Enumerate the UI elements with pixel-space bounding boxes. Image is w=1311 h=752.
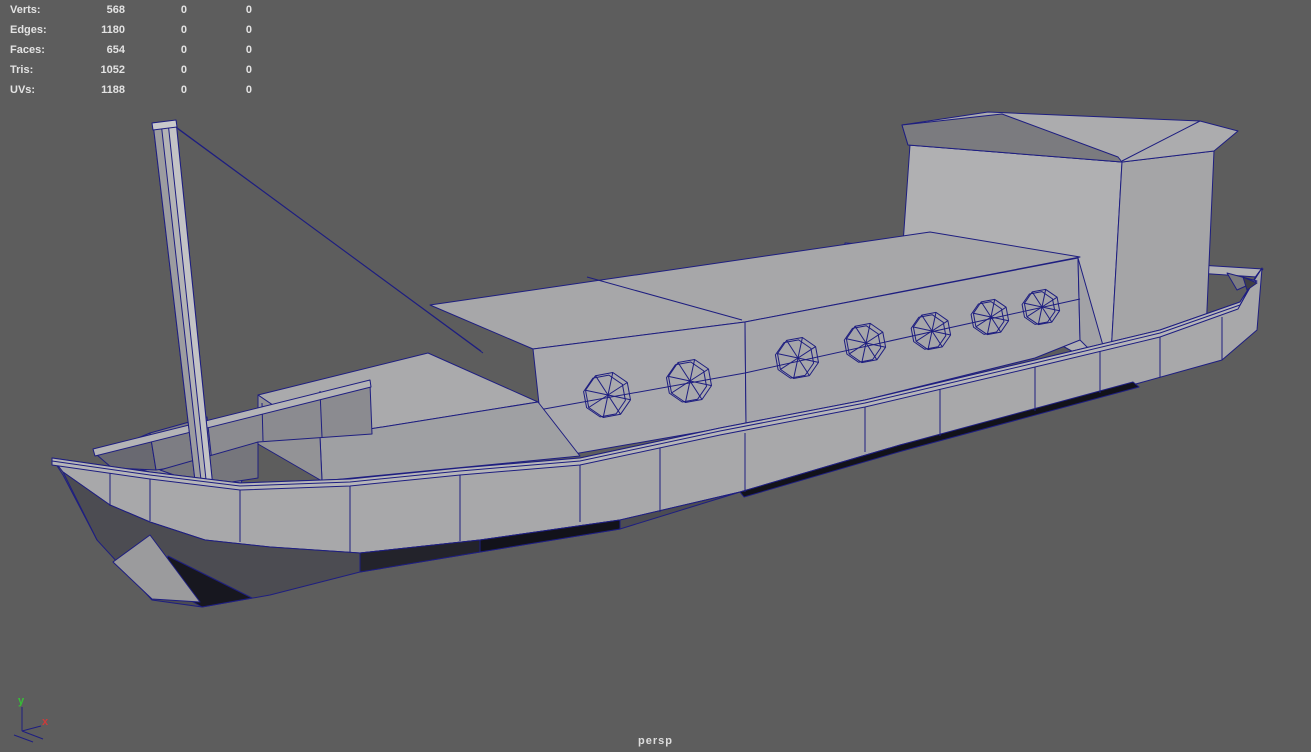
axis-z-shadow — [13, 734, 34, 743]
axis-z — [21, 730, 44, 740]
hud-label: Edges: — [10, 24, 47, 36]
hud-value: 0 — [245, 64, 252, 76]
axis-x-label: x — [42, 716, 49, 728]
hud-value: 568 — [106, 4, 125, 16]
hud-value: 0 — [180, 44, 187, 56]
hud-value: 1052 — [100, 64, 125, 76]
view-axis-gizmo: y x — [13, 695, 49, 743]
axis-x — [21, 725, 42, 732]
hud-row-faces: Faces: 654 0 0 — [0, 40, 252, 60]
hud-value: 0 — [180, 64, 187, 76]
hud-label: UVs: — [10, 84, 36, 96]
hud-value: 0 — [245, 4, 252, 16]
hud-label: Tris: — [10, 64, 34, 76]
axis-y-label: y — [18, 695, 25, 707]
hud-value: 0 — [180, 24, 187, 36]
hud-row-tris: Tris: 1052 0 0 — [0, 60, 252, 80]
hud-row-edges: Edges: 1180 0 0 — [0, 20, 252, 40]
hud-value: 654 — [106, 44, 125, 56]
hud-value: 0 — [245, 84, 252, 96]
heads-up-display-poly-count: Verts: 568 0 0 Edges: 1180 0 0 Faces: 65… — [0, 0, 252, 100]
hud-row-verts: Verts: 568 0 0 — [0, 0, 252, 20]
hud-value: 0 — [245, 24, 252, 36]
maya-viewport: Verts: 568 0 0 Edges: 1180 0 0 Faces: 65… — [0, 0, 1311, 752]
camera-name-label: persp — [638, 735, 673, 747]
hud-value: 0 — [180, 4, 187, 16]
hud-label: Verts: — [10, 4, 41, 16]
hud-label: Faces: — [10, 44, 45, 56]
model-viewport-canvas[interactable] — [0, 0, 1311, 752]
hud-value: 0 — [245, 44, 252, 56]
hud-row-uvs: UVs: 1188 0 0 — [0, 80, 252, 100]
hud-value: 1188 — [101, 84, 125, 96]
hud-value: 1180 — [101, 24, 125, 36]
hud-value: 0 — [180, 84, 187, 96]
